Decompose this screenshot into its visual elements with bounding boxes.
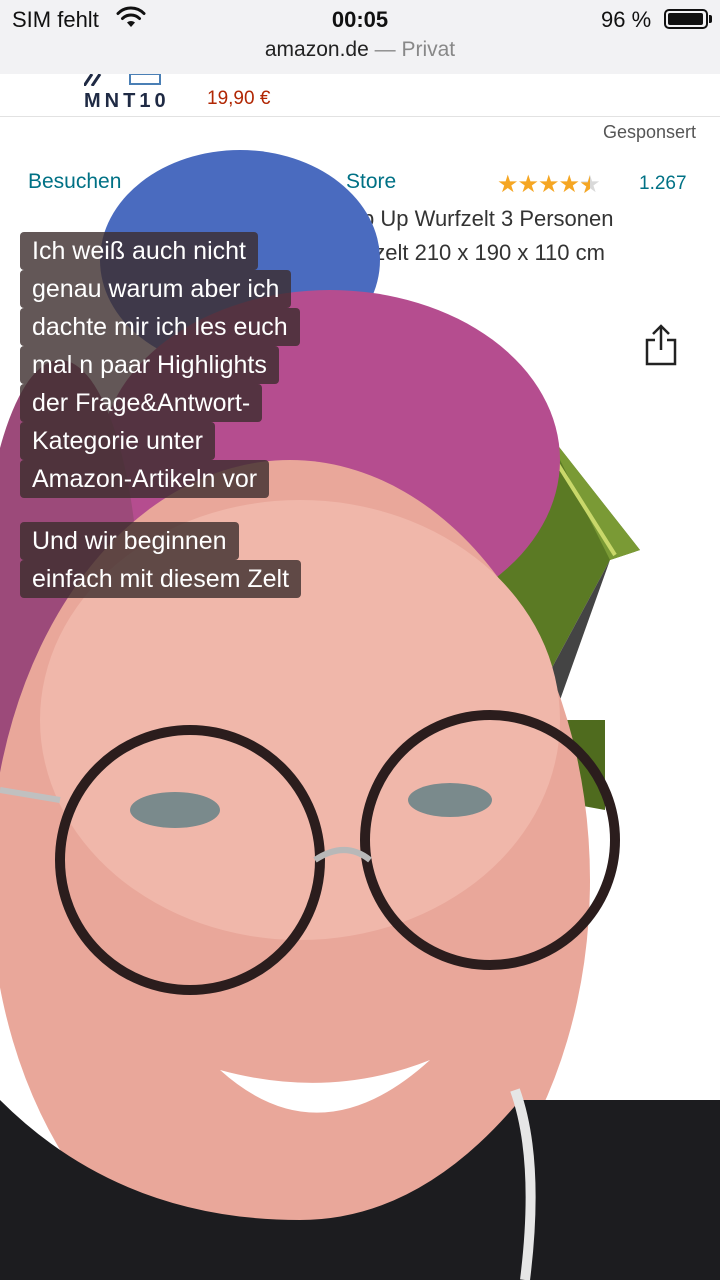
caption-line: Und wir beginnen	[20, 522, 239, 560]
battery-fill	[668, 13, 703, 25]
caption-line: Ich weiß auch nicht	[20, 232, 258, 270]
battery-percent: 96 %	[601, 7, 652, 32]
battery-tip	[709, 15, 712, 23]
battery-icon	[664, 9, 708, 29]
caption-line: genau warum aber ich	[20, 270, 292, 308]
private-mode-label: Privat	[401, 38, 456, 61]
caption-line: mal n paar Highlights	[20, 346, 279, 384]
url-domain: amazon.de	[264, 38, 369, 61]
caption-line: Kategorie unter	[20, 422, 215, 460]
caption-line: der Frage&Antwort-	[20, 384, 263, 422]
brand-logo-mark	[84, 74, 161, 86]
caption-line: dachte mir ich les euch	[20, 308, 300, 346]
address-bar[interactable]: amazon.de — Privat	[0, 38, 720, 62]
url-separator: —	[368, 38, 402, 61]
caption-block-1: Ich weiß auch nicht genau warum aber ich…	[20, 232, 300, 498]
caption-line: Amazon-Artikeln vor	[20, 460, 270, 498]
caption-line: einfach mit diesem Zelt	[20, 560, 302, 598]
caption-block-2: Und wir beginnen einfach mit diesem Zelt	[20, 522, 302, 598]
